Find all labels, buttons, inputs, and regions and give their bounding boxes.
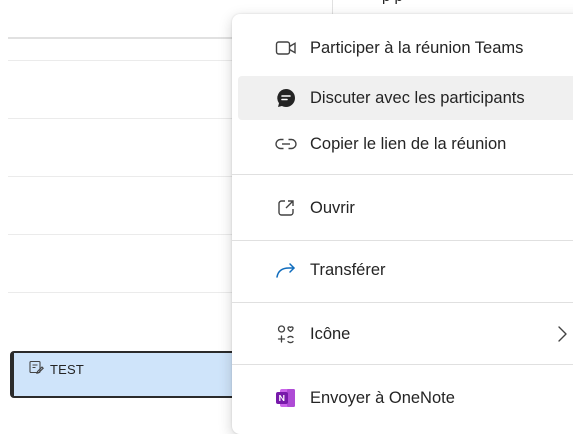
emoji-symbols-icon [274,322,298,346]
menu-item-label: Envoyer à OneNote [310,388,455,407]
menu-item-label: Participer à la réunion Teams [310,38,524,57]
menu-divider [232,364,573,365]
menu-item-label: Ouvrir [310,198,355,217]
menu-item-chat-participants[interactable]: Discuter avec les participants [238,76,573,120]
menu-item-label: Discuter avec les participants [310,88,525,107]
calendar-event-test[interactable]: TEST [10,351,250,398]
event-title: TEST [50,362,85,377]
menu-item-open[interactable]: Ouvrir [238,186,573,230]
chevron-right-icon [552,324,572,344]
open-external-icon [274,196,298,220]
menu-item-forward[interactable]: Transférer [238,248,573,292]
menu-divider [232,240,573,241]
menu-item-icon-submenu[interactable]: Icône [238,312,573,356]
onenote-icon [274,386,298,410]
menu-item-join-teams[interactable]: Participer à la réunion Teams [238,26,573,70]
menu-item-send-onenote[interactable]: Envoyer à OneNote [238,376,573,420]
link-icon [274,132,298,156]
context-menu: Participer à la réunion Teams Discuter a… [232,14,573,434]
menu-item-label: Icône [310,324,351,343]
menu-divider [232,302,573,303]
video-camera-icon [274,36,298,60]
menu-item-copy-link[interactable]: Copier le lien de la réunion [238,122,573,166]
menu-item-label: Transférer [310,260,386,279]
menu-divider [232,174,573,175]
cut-off-header-text: p p [382,0,403,5]
chat-icon [274,86,298,110]
edit-note-icon [28,359,44,380]
menu-item-label: Copier le lien de la réunion [310,134,507,153]
forward-arrow-icon [274,258,298,282]
